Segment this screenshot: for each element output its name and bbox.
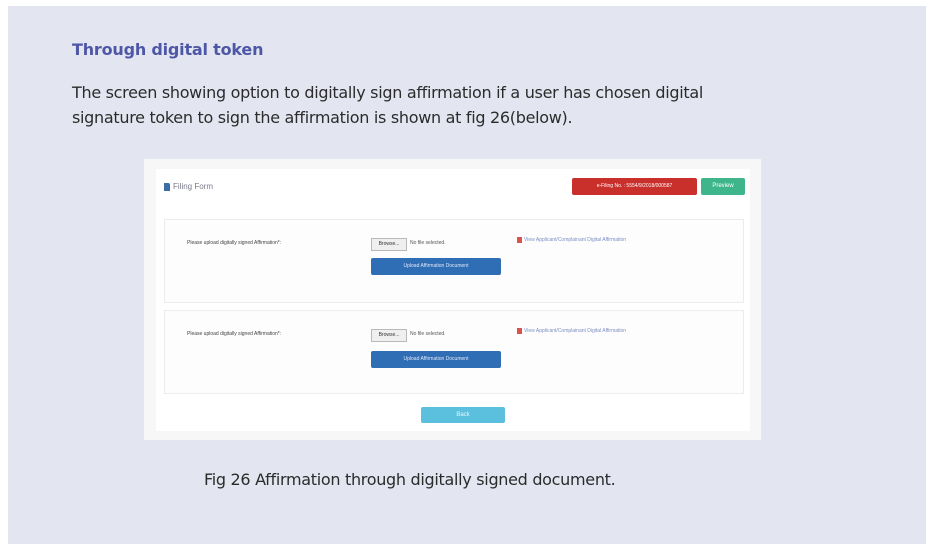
form-title: Filing Form <box>164 182 213 191</box>
affirmation-upload-section: Please upload digitally signed Affirmati… <box>164 219 744 303</box>
pdf-icon <box>517 328 522 334</box>
file-status: No file selected. <box>410 240 446 246</box>
pdf-icon <box>517 237 522 243</box>
efiling-number-button[interactable]: e-Filing No. : 5554/9/2018/000587 <box>572 178 697 195</box>
upload-affirmation-button[interactable]: Upload Affirmation Document <box>371 351 501 368</box>
upload-label: Please upload digitally signed Affirmati… <box>187 240 282 246</box>
view-affirmation-link[interactable]: View Applicant/Complainant Digital Affir… <box>517 328 626 334</box>
form-title-text: Filing Form <box>173 182 214 191</box>
upload-label: Please upload digitally signed Affirmati… <box>187 331 282 337</box>
paragraph-line-1: The screen showing option to digitally s… <box>72 83 704 102</box>
intro-paragraph: The screen showing option to digitally s… <box>72 80 852 130</box>
back-button[interactable]: Back <box>421 407 505 423</box>
document-icon <box>164 182 170 191</box>
browse-button[interactable]: Browse... <box>371 329 407 342</box>
preview-button[interactable]: Preview <box>701 178 745 195</box>
view-affirmation-link-text: View Applicant/Complainant Digital Affir… <box>524 328 627 334</box>
file-status: No file selected. <box>410 331 446 337</box>
view-affirmation-link-text: View Applicant/Complainant Digital Affir… <box>524 237 627 243</box>
section-heading: Through digital token <box>72 40 264 59</box>
upload-affirmation-button[interactable]: Upload Affirmation Document <box>371 258 501 275</box>
figure-caption: Fig 26 Affirmation through digitally sig… <box>204 470 616 489</box>
filing-form-card: Filing Form e-Filing No. : 5554/9/2018/0… <box>156 169 750 431</box>
paragraph-line-2: signature token to sign the affirmation … <box>72 108 573 127</box>
embedded-screenshot: Filing Form e-Filing No. : 5554/9/2018/0… <box>144 159 761 440</box>
affirmation-upload-section: Please upload digitally signed Affirmati… <box>164 310 744 394</box>
view-affirmation-link[interactable]: View Applicant/Complainant Digital Affir… <box>517 237 626 243</box>
browse-button[interactable]: Browse... <box>371 238 407 251</box>
